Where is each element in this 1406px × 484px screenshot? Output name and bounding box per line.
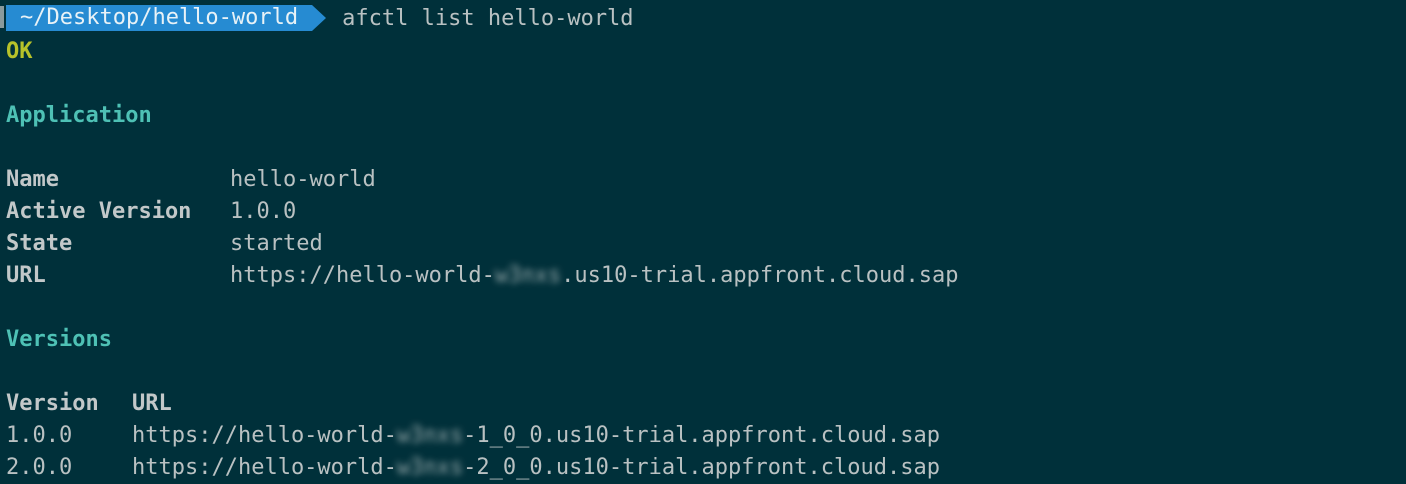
app-row-state: State started [6, 228, 1406, 260]
status-ok: OK [6, 39, 33, 64]
versions-col-version: Version [6, 391, 99, 416]
versions-header-row: Version URL [6, 388, 1406, 420]
app-label-url: URL [6, 263, 46, 288]
version-url-suffix: -2_0_0.us10-trial.appfront.cloud.sap [463, 455, 940, 480]
app-row-active-version: Active Version 1.0.0 [6, 196, 1406, 228]
prompt-line: ~/Desktop/hello-world afctl list hello-w… [0, 0, 1406, 36]
prompt-arrow-icon [312, 5, 327, 31]
prompt-path: ~/Desktop/hello-world [6, 5, 313, 31]
application-heading: Application [6, 103, 152, 128]
version-url-prefix: https://hello-world- [132, 423, 397, 448]
versions-heading: Versions [6, 327, 112, 352]
app-row-url: URL https://hello-world-w3nxs.us10-trial.… [6, 260, 1406, 292]
app-value-name: hello-world [230, 167, 376, 192]
versions-row: 1.0.0 https://hello-world-w3nxs-1_0_0.us1… [6, 420, 1406, 452]
versions-col-url: URL [132, 391, 172, 416]
version-url-redacted: w3nxs [396, 423, 464, 448]
app-url-redacted: w3nxs [494, 263, 562, 288]
app-row-name: Name hello-world [6, 164, 1406, 196]
prompt-command: afctl list hello-world [342, 5, 634, 31]
app-label-name: Name [6, 167, 59, 192]
version-url-redacted: w3nxs [396, 455, 464, 480]
app-value-active-version: 1.0.0 [230, 199, 297, 224]
app-label-state: State [6, 231, 73, 256]
app-url-suffix: .us10-trial.appfront.cloud.sap [561, 263, 959, 288]
terminal-window[interactable]: ~/Desktop/hello-world afctl list hello-w… [0, 0, 1406, 482]
prompt-cursor-edge [0, 6, 4, 28]
version-number: 2.0.0 [6, 455, 73, 480]
app-value-state: started [230, 231, 323, 256]
version-url-prefix: https://hello-world- [132, 455, 397, 480]
app-url-prefix: https://hello-world- [230, 263, 495, 288]
version-url-suffix: -1_0_0.us10-trial.appfront.cloud.sap [463, 423, 940, 448]
versions-row: 2.0.0 https://hello-world-w3nxs-2_0_0.us1… [6, 452, 1406, 484]
version-number: 1.0.0 [6, 423, 73, 448]
app-label-active-version: Active Version [6, 199, 192, 224]
